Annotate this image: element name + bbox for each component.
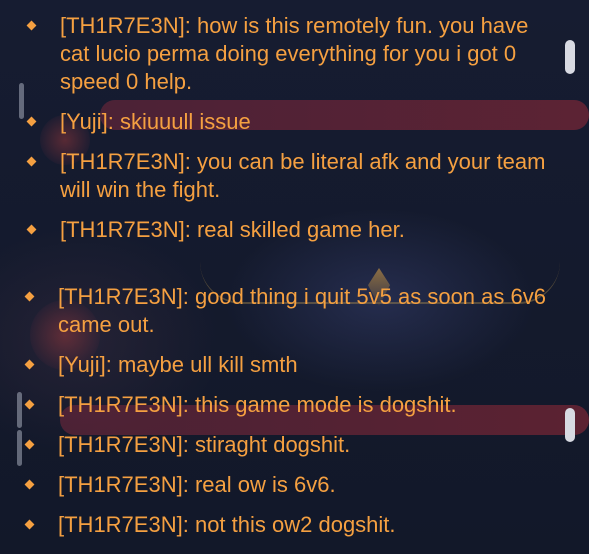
chat-author: [TH1R7E3N] <box>58 392 183 417</box>
chat-author: [TH1R7E3N] <box>58 512 183 537</box>
chat-message: [TH1R7E3N]: this game mode is dogshit. <box>22 391 562 419</box>
chat-message: [TH1R7E3N]: how is this remotely fun. yo… <box>24 12 554 96</box>
chat-scrollbar-thumb[interactable] <box>565 408 575 442</box>
chat-author: [TH1R7E3N] <box>58 284 183 309</box>
chat-message: [TH1R7E3N]: real skilled game her. <box>24 216 554 244</box>
chat-author: [TH1R7E3N] <box>60 149 185 174</box>
chat-message: [TH1R7E3N]: real ow is 6v6. <box>22 471 562 499</box>
chat-message: [Yuji]: maybe ull kill smth <box>22 351 562 379</box>
chat-text: this game mode is dogshit. <box>194 392 457 417</box>
chat-scrollbar-thumb[interactable] <box>565 40 575 74</box>
chat-author: [TH1R7E3N] <box>60 217 185 242</box>
chat-message: [TH1R7E3N]: you can be literal afk and y… <box>24 148 554 204</box>
chat-author: [Yuji] <box>60 109 108 134</box>
chat-message: [TH1R7E3N]: good thing i quit 5v5 as soo… <box>22 283 562 339</box>
chat-message: [TH1R7E3N]: not this ow2 dogshit. <box>22 511 562 539</box>
chat-text: maybe ull kill smth <box>117 352 298 377</box>
chat-author: [TH1R7E3N] <box>60 13 185 38</box>
chat-author: [TH1R7E3N] <box>58 432 183 457</box>
chat-log-bottom: [TH1R7E3N]: good thing i quit 5v5 as soo… <box>22 283 562 551</box>
chat-text: skiuuull issue <box>119 109 251 134</box>
chat-log-top: [TH1R7E3N]: how is this remotely fun. yo… <box>24 12 554 256</box>
chat-author: [Yuji] <box>58 352 106 377</box>
chat-text: real ow is 6v6. <box>194 472 336 497</box>
chat-text: not this ow2 dogshit. <box>194 512 396 537</box>
chat-message: [Yuji]: skiuuull issue <box>24 108 554 136</box>
chat-text: real skilled game her. <box>196 217 405 242</box>
chat-text: stiraght dogshit. <box>194 432 351 457</box>
chat-message: [TH1R7E3N]: stiraght dogshit. <box>22 431 562 459</box>
chat-author: [TH1R7E3N] <box>58 472 183 497</box>
